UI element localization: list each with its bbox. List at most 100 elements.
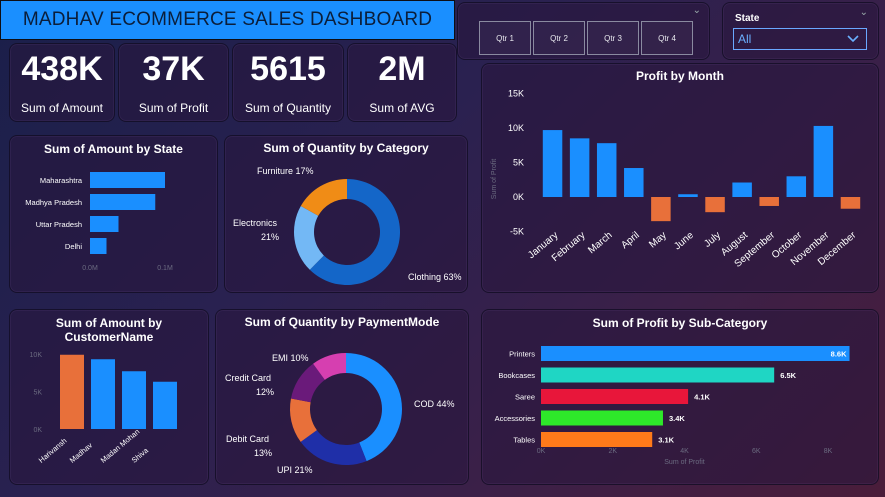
- bar: [90, 194, 156, 210]
- amount-by-state-chart: Maharashtra Madhya Pradesh Uttar Pradesh De…: [25, 172, 173, 272]
- slice-label: Furniture 17%: [257, 166, 314, 176]
- bar: [541, 367, 775, 383]
- kpi-value: 438K: [21, 50, 103, 88]
- amount-by-customer-chart: 10K5K0KHarivansh Madhav Madan MohanShiva: [30, 352, 177, 465]
- slice-label: COD 44%: [414, 399, 455, 409]
- x-tick-label: 0.1M: [157, 265, 173, 272]
- slice-label: Clothing 63%: [408, 272, 462, 282]
- qtr-3-button[interactable]: Qtr 3: [587, 21, 639, 55]
- quantity-by-payment-card: Sum of Quantity by PaymentMode COD 44% UP…: [215, 309, 469, 485]
- bar: [541, 389, 689, 404]
- kpi-card-profit: 37K Sum of Profit: [118, 43, 229, 122]
- bar: [541, 410, 663, 426]
- bar: [596, 143, 617, 197]
- slicer-chevron-icon[interactable]: ⌄: [693, 5, 701, 16]
- bar: [91, 359, 115, 429]
- y-tick-label: Bookcases: [498, 371, 535, 380]
- y-axis-label: Sum of Profit: [491, 159, 498, 200]
- x-tick-label: 2K: [608, 448, 617, 455]
- donut-slice: [300, 430, 367, 465]
- slice-label: UPI 21%: [277, 465, 313, 475]
- bar: [624, 168, 644, 197]
- y-tick-label: 10K: [30, 352, 43, 359]
- slice-label: 13%: [254, 448, 272, 458]
- bar: [840, 197, 861, 209]
- bar: [542, 130, 563, 197]
- bar: [678, 194, 698, 197]
- profit-by-month-card: Profit by Month 15K 10K 5K 0K -5K Sum of Prof…: [481, 63, 879, 293]
- data-label: 3.1K: [658, 436, 674, 445]
- amount-by-customer-card: Sum of Amount by CustomerName 10K 5K 0K Har…: [9, 309, 209, 485]
- chart-title: Sum of Quantity by PaymentMode: [244, 315, 440, 329]
- bar: [153, 381, 177, 429]
- bar: [90, 216, 119, 232]
- x-tick-label: Madhav: [68, 441, 94, 465]
- state-selected-value: All: [738, 32, 752, 46]
- y-tick-label: Printers: [509, 350, 535, 359]
- y-tick-label: 5K: [33, 390, 42, 397]
- x-tick-label: 4K: [680, 448, 689, 455]
- slice-label: Credit Card: [225, 373, 271, 383]
- x-tick-label: 0K: [537, 448, 546, 455]
- x-tick-label: May: [647, 230, 669, 251]
- data-label: 3.4K: [669, 414, 685, 423]
- y-tick-label: Maharashtra: [40, 176, 83, 185]
- y-tick-label: 0K: [33, 427, 42, 434]
- state-slicer-label: State: [735, 13, 760, 24]
- bar: [90, 172, 165, 188]
- quantity-by-category-chart: Clothing 63% Electronics 21% Furniture 17%: [233, 166, 462, 285]
- slice-label: Electronics: [233, 218, 278, 228]
- state-collapse-icon[interactable]: ⌄: [860, 7, 868, 18]
- y-tick-label: 10K: [508, 123, 524, 133]
- y-tick-label: 15K: [508, 89, 524, 99]
- chevron-down-icon: [847, 35, 859, 43]
- chart-title: Sum of Profit by Sub-Category: [592, 316, 768, 330]
- kpi-value: 37K: [142, 50, 205, 88]
- y-tick-label: Saree: [515, 393, 535, 402]
- quantity-by-category-card: Sum of Quantity by Category Clothing 63%…: [224, 135, 468, 293]
- state-slicer: State ⌄ All: [722, 2, 879, 60]
- bar: [569, 138, 590, 197]
- x-tick-label: March: [586, 230, 614, 256]
- y-tick-label: Uttar Pradesh: [36, 220, 82, 229]
- y-tick-label: 0K: [513, 192, 524, 202]
- x-tick-label: July: [702, 230, 723, 250]
- x-tick-label: 8K: [824, 448, 833, 455]
- kpi-label: Sum of Amount: [20, 101, 104, 115]
- bar: [122, 371, 146, 429]
- x-tick-label: June: [672, 230, 696, 253]
- y-tick-label: Tables: [513, 436, 535, 445]
- qtr-1-button[interactable]: Qtr 1: [479, 21, 531, 55]
- x-tick-label: April: [619, 230, 641, 251]
- bar: [60, 354, 84, 429]
- quantity-by-payment-chart: COD 44% UPI 21% Debit Card 13% Credit Card 12…: [225, 353, 455, 475]
- qtr-4-button[interactable]: Qtr 4: [641, 21, 693, 55]
- chart-title: Sum of Amount by CustomerName: [55, 316, 163, 344]
- kpi-label: Sum of Profit: [138, 101, 209, 115]
- kpi-card-quantity: 5615 Sum of Quantity: [232, 43, 344, 122]
- qtr-2-button[interactable]: Qtr 2: [533, 21, 585, 55]
- quarter-slicer: ⌄ Qtr 1 Qtr 2 Qtr 3 Qtr 4: [457, 2, 710, 60]
- x-tick-label: 6K: [752, 448, 761, 455]
- bar: [759, 197, 779, 206]
- chart-title: Profit by Month: [636, 69, 724, 83]
- bar: [541, 346, 850, 361]
- bar: [705, 197, 725, 213]
- y-tick-label: 5K: [513, 158, 524, 168]
- x-tick-label: 0.0M: [82, 265, 98, 272]
- profit-by-subcategory-card: Sum of Profit by Sub-Category Printers 8.…: [481, 309, 879, 485]
- data-label: 6.5K: [780, 371, 796, 380]
- slice-label: 12%: [256, 387, 274, 397]
- kpi-value: 2M: [378, 50, 426, 88]
- bar: [813, 125, 834, 197]
- state-dropdown[interactable]: All: [733, 28, 867, 50]
- data-label: 4.1K: [694, 393, 710, 402]
- data-label: 8.6K: [831, 350, 847, 359]
- kpi-label: Sum of Quantity: [244, 101, 332, 115]
- amount-by-state-card: Sum of Amount by State Maharashtra Madhya…: [9, 135, 218, 293]
- y-tick-label: Madhya Pradesh: [25, 198, 82, 207]
- y-tick-label: Delhi: [65, 242, 82, 251]
- bar: [732, 182, 752, 197]
- kpi-label: Sum of AVG: [369, 101, 435, 115]
- chart-title: Sum of Quantity by Category: [263, 141, 429, 155]
